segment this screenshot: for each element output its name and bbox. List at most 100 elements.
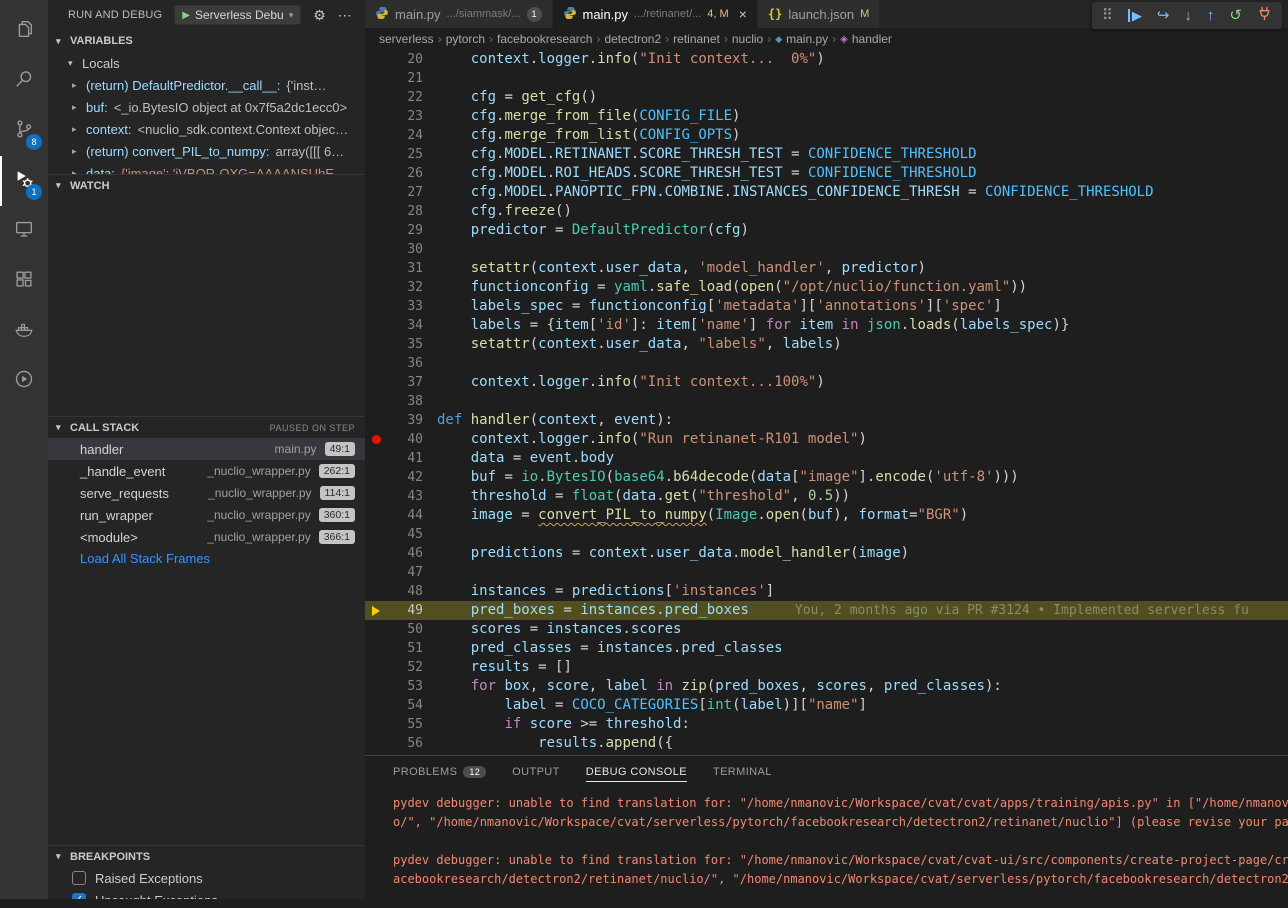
activity-item-search[interactable] (0, 56, 48, 106)
activity-item-remote-explorer[interactable] (0, 206, 48, 256)
code-line[interactable]: 20 context.logger.info("Init context... … (365, 50, 1288, 69)
debug-restart-button[interactable]: ↺ (1229, 8, 1242, 24)
gutter-margin[interactable] (365, 335, 387, 354)
gutter-margin[interactable] (365, 506, 387, 525)
gutter-margin[interactable] (365, 126, 387, 145)
variable-row[interactable]: ▸(return) DefaultPredictor.__call__:{'in… (48, 74, 365, 96)
variables-section-header[interactable]: ▾ VARIABLES (48, 30, 365, 52)
code-line[interactable]: 47 (365, 563, 1288, 582)
editor-tab-launch.json[interactable]: {}launch.jsonM (758, 0, 880, 28)
code-line[interactable]: 31 setattr(context.user_data, 'model_han… (365, 259, 1288, 278)
gutter-margin[interactable] (365, 107, 387, 126)
breadcrumb-item-nuclio[interactable]: nuclio (732, 32, 763, 46)
code-line[interactable]: 43 threshold = float(data.get("threshold… (365, 487, 1288, 506)
gutter-margin[interactable] (365, 240, 387, 259)
gutter-margin[interactable] (365, 487, 387, 506)
drag-grip[interactable]: ⠿ (1102, 8, 1113, 24)
breadcrumb-item-retinanet[interactable]: retinanet (673, 32, 720, 46)
code-line[interactable]: 34 labels = {item['id']: item['name'] fo… (365, 316, 1288, 335)
code-line[interactable]: 32 functionconfig = yaml.safe_load(open(… (365, 278, 1288, 297)
code-line[interactable]: 35 setattr(context.user_data, "labels", … (365, 335, 1288, 354)
gutter-margin[interactable] (365, 734, 387, 753)
gutter-margin[interactable] (365, 221, 387, 240)
gutter-margin[interactable] (365, 449, 387, 468)
checkbox[interactable]: ✓ (72, 893, 86, 899)
start-debugging-icon[interactable]: ▶ (182, 10, 190, 21)
breakpoint-row[interactable]: Raised Exceptions (48, 867, 365, 889)
load-all-stack-frames-link[interactable]: Load All Stack Frames (48, 548, 365, 570)
breadcrumb-item-facebookresearch[interactable]: facebookresearch (497, 32, 592, 46)
debug-step-out-button[interactable]: ↑ (1207, 8, 1215, 24)
editor-tab-main.py[interactable]: main.py.../retinanet/...4, M× (553, 0, 758, 28)
activity-item-explorer[interactable] (0, 6, 48, 56)
gutter-margin[interactable] (365, 183, 387, 202)
gutter-margin[interactable] (365, 696, 387, 715)
variable-row[interactable]: ▸buf:<_io.BytesIO object at 0x7f5a2dc1ec… (48, 96, 365, 118)
debug-config-dropdown[interactable]: ▶ Serverless Debu ▾ (174, 5, 301, 25)
activity-item-source-control[interactable]: 8 (0, 106, 48, 156)
call-stack-section-header[interactable]: ▾ CALL STACK PAUSED ON STEP (48, 416, 365, 438)
code-line[interactable]: 39def handler(context, event): (365, 411, 1288, 430)
code-line[interactable]: 49 pred_boxes = instances.pred_boxesYou,… (365, 601, 1288, 620)
breadcrumb-item-serverless[interactable]: serverless (379, 32, 434, 46)
code-line[interactable]: 36 (365, 354, 1288, 373)
breadcrumb-item-handler[interactable]: ◈handler (840, 32, 892, 46)
breadcrumb-item-pytorch[interactable]: pytorch (446, 32, 485, 46)
gutter-margin[interactable] (365, 373, 387, 392)
gutter-margin[interactable] (365, 620, 387, 639)
gutter-margin[interactable] (365, 544, 387, 563)
code-line[interactable]: 21 (365, 69, 1288, 88)
gutter-margin[interactable] (365, 468, 387, 487)
code-line[interactable]: 56 results.append({ (365, 734, 1288, 753)
activity-item-extensions[interactable] (0, 256, 48, 306)
debug-step-into-button[interactable]: ↓ (1184, 8, 1192, 24)
gutter-margin[interactable] (365, 69, 387, 88)
checkbox[interactable] (72, 871, 86, 885)
debug-disconnect-button[interactable] (1257, 6, 1272, 25)
activity-item-run-circle[interactable] (0, 356, 48, 406)
close-icon[interactable]: × (739, 6, 747, 22)
activity-item-docker[interactable] (0, 306, 48, 356)
gutter-margin[interactable] (365, 164, 387, 183)
stack-frame[interactable]: handlermain.py49:1 (48, 438, 365, 460)
code-line[interactable]: 53 for box, score, label in zip(pred_box… (365, 677, 1288, 696)
gutter-margin[interactable] (365, 582, 387, 601)
code-line[interactable]: 26 cfg.MODEL.ROI_HEADS.SCORE_THRESH_TEST… (365, 164, 1288, 183)
stack-frame[interactable]: run_wrapper_nuclio_wrapper.py360:1 (48, 504, 365, 526)
current-line-arrow-icon[interactable] (365, 601, 387, 620)
gutter-margin[interactable] (365, 297, 387, 316)
gutter-margin[interactable] (365, 50, 387, 69)
code-line[interactable]: 46 predictions = context.user_data.model… (365, 544, 1288, 563)
gear-icon[interactable]: ⚙ (313, 7, 326, 24)
breadcrumb-item-detectron2[interactable]: detectron2 (604, 32, 661, 46)
code-line[interactable]: 52 results = [] (365, 658, 1288, 677)
debug-step-over-button[interactable]: ↪ (1157, 8, 1170, 24)
code-line[interactable]: 25 cfg.MODEL.RETINANET.SCORE_THRESH_TEST… (365, 145, 1288, 164)
code-line[interactable]: 40 context.logger.info("Run retinanet-R1… (365, 430, 1288, 449)
gutter-margin[interactable] (365, 392, 387, 411)
breakpoint-row[interactable]: ✓Uncaught Exceptions (48, 889, 365, 899)
gutter-margin[interactable] (365, 259, 387, 278)
gutter-margin[interactable] (365, 525, 387, 544)
breadcrumb-item-main.py[interactable]: ◆main.py (775, 32, 828, 46)
gutter-margin[interactable] (365, 354, 387, 373)
code-line[interactable]: 45 (365, 525, 1288, 544)
variable-row[interactable]: ▸context:<nuclio_sdk.context.Context obj… (48, 118, 365, 140)
gutter-margin[interactable] (365, 677, 387, 696)
code-line[interactable]: 23 cfg.merge_from_file(CONFIG_FILE) (365, 107, 1288, 126)
scope-locals[interactable]: ▾ Locals (48, 52, 365, 74)
breakpoints-section-header[interactable]: ▾ BREAKPOINTS (48, 845, 365, 867)
gutter-margin[interactable] (365, 563, 387, 582)
code-line[interactable]: 24 cfg.merge_from_list(CONFIG_OPTS) (365, 126, 1288, 145)
panel-tab-terminal[interactable]: TERMINAL (713, 756, 772, 787)
panel-tab-output[interactable]: OUTPUT (512, 756, 560, 787)
gutter-margin[interactable] (365, 411, 387, 430)
code-line[interactable]: 48 instances = predictions['instances'] (365, 582, 1288, 601)
code-line[interactable]: 22 cfg = get_cfg() (365, 88, 1288, 107)
variable-row[interactable]: ▸(return) convert_PIL_to_numpy:array([[[… (48, 140, 365, 162)
code-line[interactable]: 27 cfg.MODEL.PANOPTIC_FPN.COMBINE.INSTAN… (365, 183, 1288, 202)
code-line[interactable]: 38 (365, 392, 1288, 411)
code-line[interactable]: 55 if score >= threshold: (365, 715, 1288, 734)
gutter-margin[interactable] (365, 145, 387, 164)
gutter-margin[interactable] (365, 658, 387, 677)
